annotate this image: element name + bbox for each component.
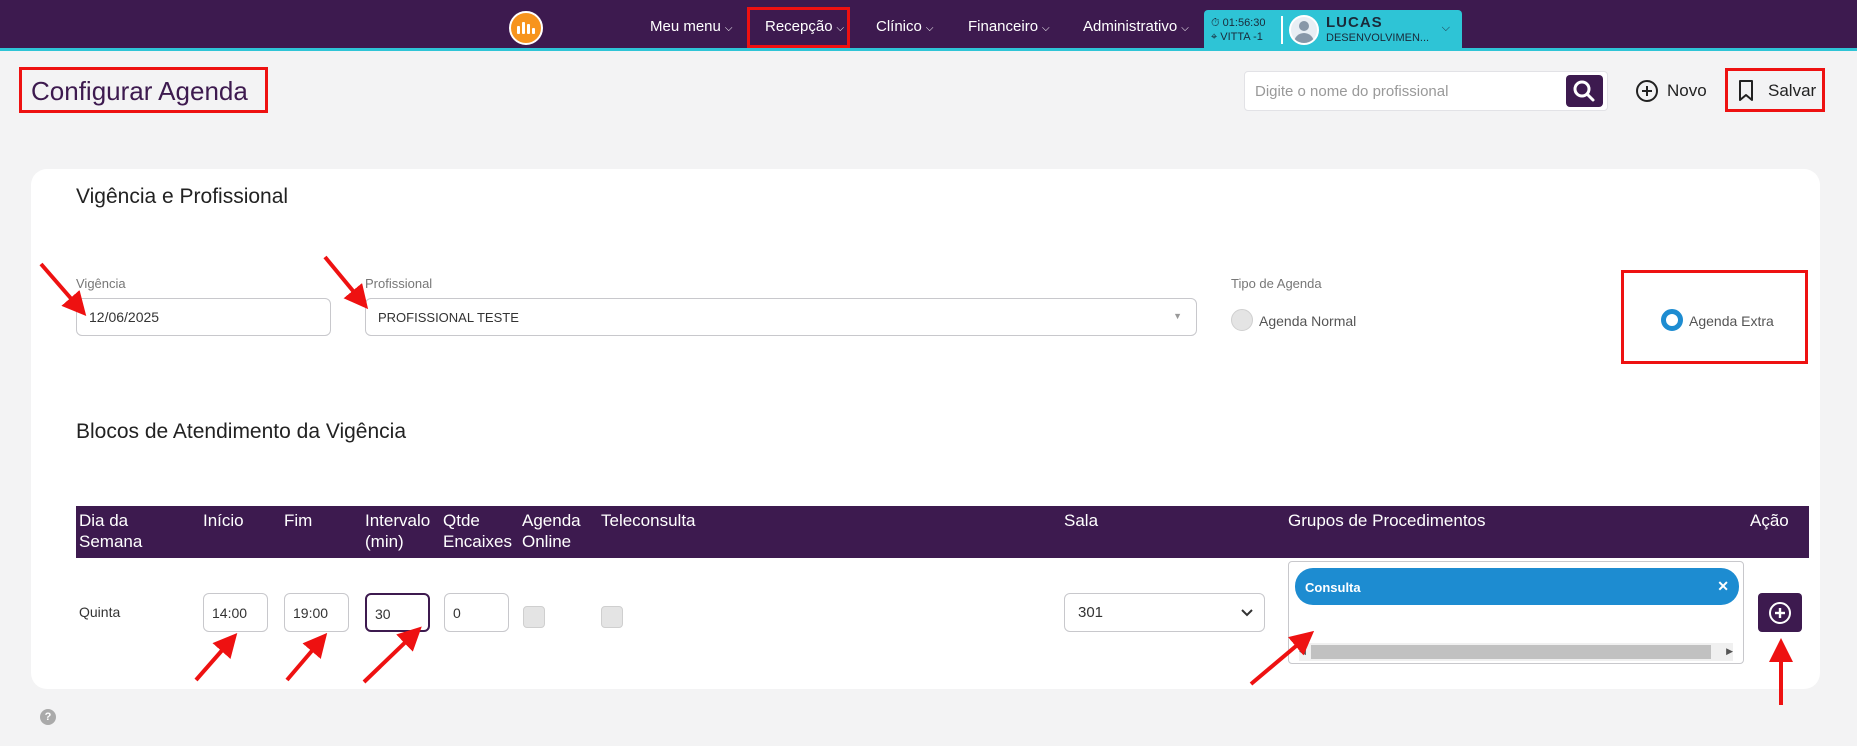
user-menu[interactable]: ⏱ 01:56:30 ⌖ VITTA -1 LUCAS DESENVOLVIME… <box>1204 10 1462 51</box>
col-grupos-procedimentos: Grupos de Procedimentos <box>1288 511 1486 530</box>
nav-meu-menu[interactable]: Meu menu ⌵ <box>650 18 732 35</box>
user-role: DESENVOLVIMEN... <box>1326 32 1430 44</box>
section-title-blocos: Blocos de Atendimento da Vigência <box>76 420 407 443</box>
plus-circle-icon <box>1769 602 1791 624</box>
scroll-right-icon[interactable]: ▶ <box>1726 646 1733 657</box>
profissional-label: Profissional <box>365 276 433 291</box>
horizontal-scrollbar[interactable]: ◀ ▶ <box>1299 643 1733 661</box>
fim-input[interactable]: 19:00 <box>284 593 349 632</box>
table-header: Dia da Semana Início Fim Intervalo (min) Q… <box>76 506 1809 558</box>
unit-indicator: ⌖ VITTA -1 <box>1211 31 1263 43</box>
col-dia-semana: Dia da Semana <box>79 511 143 551</box>
profissional-select[interactable]: PROFISSIONAL TESTE ▼ <box>365 298 1197 336</box>
scroll-left-icon[interactable]: ◀ <box>1299 646 1306 657</box>
professional-search <box>1244 71 1608 111</box>
col-teleconsulta: Teleconsulta <box>601 511 696 530</box>
agenda-online-checkbox[interactable] <box>523 606 545 628</box>
nav-administrativo[interactable]: Administrativo ⌵ <box>1083 18 1189 35</box>
nav-financeiro[interactable]: Financeiro ⌵ <box>968 18 1050 35</box>
divider <box>1281 16 1283 44</box>
app-logo[interactable] <box>509 11 543 45</box>
chevron-down-icon: ⌵ <box>925 23 934 34</box>
col-intervalo: Intervalo (min) <box>365 511 431 551</box>
plus-circle-icon <box>1636 80 1658 102</box>
section-title-vigencia: Vigência e Profissional <box>76 185 289 208</box>
tipo-agenda-label: Tipo de Agenda <box>1231 276 1322 291</box>
session-timer: ⏱ 01:56:30 <box>1211 17 1266 29</box>
search-input[interactable] <box>1245 72 1565 110</box>
encaixes-input[interactable]: 0 <box>444 593 509 632</box>
search-button[interactable] <box>1566 75 1603 107</box>
chevron-down-icon: ⌵ <box>1441 22 1450 34</box>
scrollbar-thumb[interactable] <box>1311 645 1711 659</box>
col-encaixes: Qtde Encaixes <box>443 511 512 551</box>
search-icon <box>1573 80 1595 102</box>
clock-icon: ⏱ <box>1211 17 1220 29</box>
annotation-box-salvar <box>1725 68 1825 112</box>
caret-down-icon: ▼ <box>1173 311 1182 321</box>
sala-select[interactable]: 301 <box>1064 593 1265 632</box>
chevron-down-icon: ⌵ <box>724 23 733 34</box>
close-icon[interactable]: ✕ <box>1717 578 1729 595</box>
annotation-box-agenda-extra <box>1621 270 1808 364</box>
location-pin-icon: ⌖ <box>1211 31 1218 43</box>
procedimentos-multiselect[interactable]: Consulta ✕ ◀ ▶ <box>1288 561 1744 664</box>
nav-clinico[interactable]: Clínico ⌵ <box>876 18 933 35</box>
inicio-input[interactable]: 14:00 <box>203 593 268 632</box>
add-block-button[interactable] <box>1758 593 1802 632</box>
col-sala: Sala <box>1064 511 1099 530</box>
user-name: LUCAS <box>1326 14 1383 31</box>
intervalo-input[interactable]: 30 <box>365 593 430 632</box>
col-inicio: Início <box>203 511 244 530</box>
chevron-down-icon <box>1241 609 1253 617</box>
chevron-down-icon: ⌵ <box>1042 23 1050 34</box>
annotation-box-title <box>19 67 268 113</box>
vigencia-date-field[interactable]: 12/06/2025 <box>76 298 331 336</box>
help-icon[interactable]: ? <box>40 709 56 725</box>
avatar <box>1289 15 1319 45</box>
top-navbar: Meu menu ⌵ Recepção ⌵ Clínico ⌵ Financeiro ⌵… <box>0 0 1857 51</box>
chevron-down-icon: ⌵ <box>1181 23 1189 34</box>
teleconsulta-checkbox[interactable] <box>601 606 623 628</box>
annotation-box-recepcao <box>747 7 850 48</box>
dia-semana-value: Quinta <box>79 604 121 620</box>
col-agenda-online: Agenda Online <box>522 511 581 551</box>
novo-button[interactable]: Novo <box>1630 73 1714 109</box>
radio-button[interactable] <box>1231 309 1253 331</box>
col-fim: Fim <box>284 511 313 530</box>
col-acao: Ação <box>1750 511 1789 530</box>
procedimento-tag: Consulta ✕ <box>1295 568 1739 605</box>
vigencia-label: Vigência <box>76 276 126 291</box>
